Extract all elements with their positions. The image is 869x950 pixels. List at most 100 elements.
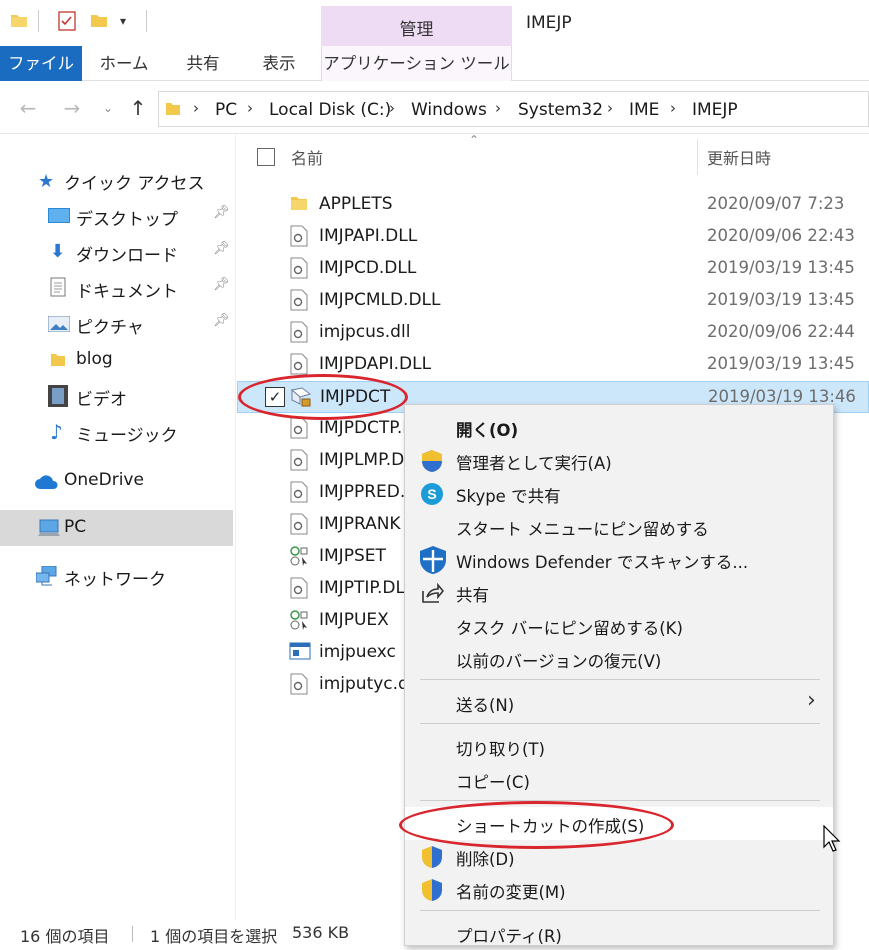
nav-item-network[interactable]: ネットワーク	[0, 558, 233, 594]
menu-item-create-shortcut[interactable]: ショートカットの作成(S)	[405, 807, 833, 840]
dll-file-icon	[289, 577, 311, 601]
file-row[interactable]: IMJPAPI.DLL 2020/09/06 22:43	[237, 221, 869, 253]
nav-item-onedrive[interactable]: OneDrive	[0, 463, 233, 499]
file-row[interactable]: imjpcus.dll 2020/09/06 22:44	[237, 317, 869, 349]
file-row[interactable]: APPLETS 2020/09/07 7:23	[237, 189, 869, 221]
pin-icon[interactable]: 📌︎	[213, 277, 230, 292]
select-all-checkbox[interactable]	[257, 148, 275, 166]
new-folder-icon[interactable]	[90, 12, 108, 28]
address-bar[interactable]: › PC › Local Disk (C:) › Windows › Syste…	[158, 91, 869, 127]
recent-locations-icon[interactable]: ⌄	[96, 96, 120, 120]
music-icon: ♪	[50, 420, 63, 444]
cloud-icon	[34, 474, 60, 490]
video-icon	[48, 385, 68, 407]
tab-share[interactable]: 共有	[177, 46, 229, 81]
dll-file-icon	[289, 513, 311, 537]
file-date: 2020/09/06 22:43	[707, 226, 855, 245]
skype-icon: S	[420, 482, 444, 506]
file-name: IMJPCMLD.DLL	[319, 290, 441, 310]
file-row[interactable]: IMJPCMLD.DLL 2019/03/19 13:45	[237, 285, 869, 317]
menu-item-cut[interactable]: 切り取り(T)	[405, 730, 833, 763]
nav-item-downloads[interactable]: ⬇ ダウンロード 📌︎	[0, 234, 233, 270]
menu-item-pin-start[interactable]: スタート メニューにピン留めする	[405, 510, 833, 543]
nav-item-desktop[interactable]: デスクトップ 📌︎	[0, 198, 233, 234]
breadcrumb-local-disk[interactable]: Local Disk (C:)	[269, 100, 391, 120]
up-arrow-icon[interactable]: ↑	[126, 96, 150, 120]
breadcrumb-chevron-icon[interactable]: ›	[247, 99, 253, 117]
file-name: IMJPTIP.DLL	[319, 578, 415, 598]
menu-item-pin-taskbar[interactable]: タスク バーにピン留めする(K)	[405, 609, 833, 642]
file-name: IMJPLMP.D	[319, 450, 405, 470]
tab-view[interactable]: 表示	[253, 46, 305, 81]
pin-icon[interactable]: 📌︎	[213, 313, 230, 328]
column-header-name[interactable]: 名前	[291, 145, 323, 169]
column-header-modified[interactable]: 更新日時	[707, 145, 771, 169]
toolbar-divider	[38, 10, 39, 32]
menu-item-restore-versions[interactable]: 以前のバージョンの復元(V)	[405, 642, 833, 675]
dll-file-icon	[289, 673, 311, 697]
file-row[interactable]: IMJPDAPI.DLL 2019/03/19 13:45	[237, 349, 869, 381]
menu-item-send-to[interactable]: 送る(N) ›	[405, 686, 833, 719]
menu-item-properties[interactable]: プロパティ(R)	[405, 917, 833, 950]
menu-item-label: 削除(D)	[456, 850, 515, 869]
menu-item-label: 共有	[456, 586, 489, 605]
nav-item-label: ドキュメント	[76, 282, 178, 302]
tab-file[interactable]: ファイル	[0, 46, 82, 81]
column-divider[interactable]	[697, 139, 698, 175]
dll-file-icon	[289, 449, 311, 473]
breadcrumb-chevron-icon[interactable]: ›	[193, 99, 199, 117]
breadcrumb-chevron-icon[interactable]: ›	[607, 99, 613, 117]
nav-item-label: OneDrive	[64, 470, 144, 490]
pin-icon[interactable]: 📌︎	[213, 241, 230, 256]
nav-item-music[interactable]: ♪ ミュージック	[0, 414, 233, 450]
dll-file-icon	[289, 321, 311, 345]
nav-item-quick-access[interactable]: ★ クイック アクセス	[0, 162, 233, 198]
breadcrumb-system32[interactable]: System32	[518, 100, 603, 120]
file-name: imjpcus.dll	[319, 322, 411, 342]
nav-item-videos[interactable]: ビデオ	[0, 378, 233, 414]
toolbar-divider	[146, 10, 147, 32]
defender-icon	[418, 545, 448, 575]
svg-text:S: S	[427, 486, 436, 502]
dll-file-icon	[289, 417, 311, 441]
file-name: IMJPDCTP.D	[319, 418, 416, 438]
breadcrumb-chevron-icon[interactable]: ›	[670, 99, 676, 117]
breadcrumb-windows[interactable]: Windows	[411, 100, 487, 120]
breadcrumb-chevron-icon[interactable]: ›	[389, 99, 395, 117]
properties-icon[interactable]	[58, 11, 76, 31]
breadcrumb-pc[interactable]: PC	[215, 100, 237, 120]
menu-item-rename[interactable]: 名前の変更(M)	[405, 873, 833, 906]
menu-item-defender-scan[interactable]: Windows Defender でスキャンする...	[405, 543, 833, 576]
dll-file-icon	[289, 481, 311, 505]
breadcrumb-chevron-icon[interactable]: ›	[495, 99, 501, 117]
status-selection: 1 個の項目を選択	[150, 927, 278, 946]
tab-home[interactable]: ホーム	[95, 46, 153, 81]
back-arrow-icon[interactable]: ←	[16, 96, 40, 120]
menu-item-run-as-admin[interactable]: 管理者として実行(A)	[405, 444, 833, 477]
pin-icon[interactable]: 📌︎	[213, 205, 230, 220]
folder-icon	[165, 101, 181, 117]
nav-item-documents[interactable]: ドキュメント 📌︎	[0, 270, 233, 306]
folder-icon	[289, 193, 311, 217]
menu-item-skype-share[interactable]: S Skype で共有	[405, 477, 833, 510]
desktop-icon	[48, 208, 70, 224]
row-checkbox[interactable]: ✓	[265, 387, 285, 407]
breadcrumb-ime[interactable]: IME	[629, 100, 659, 120]
customize-toolbar-icon[interactable]: ▾	[120, 14, 126, 28]
menu-item-open[interactable]: 開く(O)	[405, 411, 833, 444]
menu-item-delete[interactable]: 削除(D)	[405, 840, 833, 873]
forward-arrow-icon[interactable]: →	[60, 96, 84, 120]
file-row[interactable]: IMJPCD.DLL 2019/03/19 13:45	[237, 253, 869, 285]
nav-item-blog[interactable]: blog	[0, 342, 233, 378]
breadcrumb-imejp[interactable]: IMEJP	[692, 100, 738, 120]
menu-separator	[420, 910, 820, 911]
nav-item-pictures[interactable]: ピクチャ 📌︎	[0, 306, 233, 342]
folder-icon[interactable]	[10, 12, 28, 28]
tab-application-tools[interactable]: アプリケーション ツール	[321, 46, 512, 81]
menu-item-copy[interactable]: コピー(C)	[405, 763, 833, 796]
menu-item-label: Skype で共有	[456, 487, 561, 506]
nav-item-label: ミュージック	[76, 426, 178, 446]
file-name: IMJPSET	[319, 546, 386, 566]
nav-item-pc[interactable]: PC	[0, 510, 233, 546]
menu-item-share[interactable]: 共有	[405, 576, 833, 609]
